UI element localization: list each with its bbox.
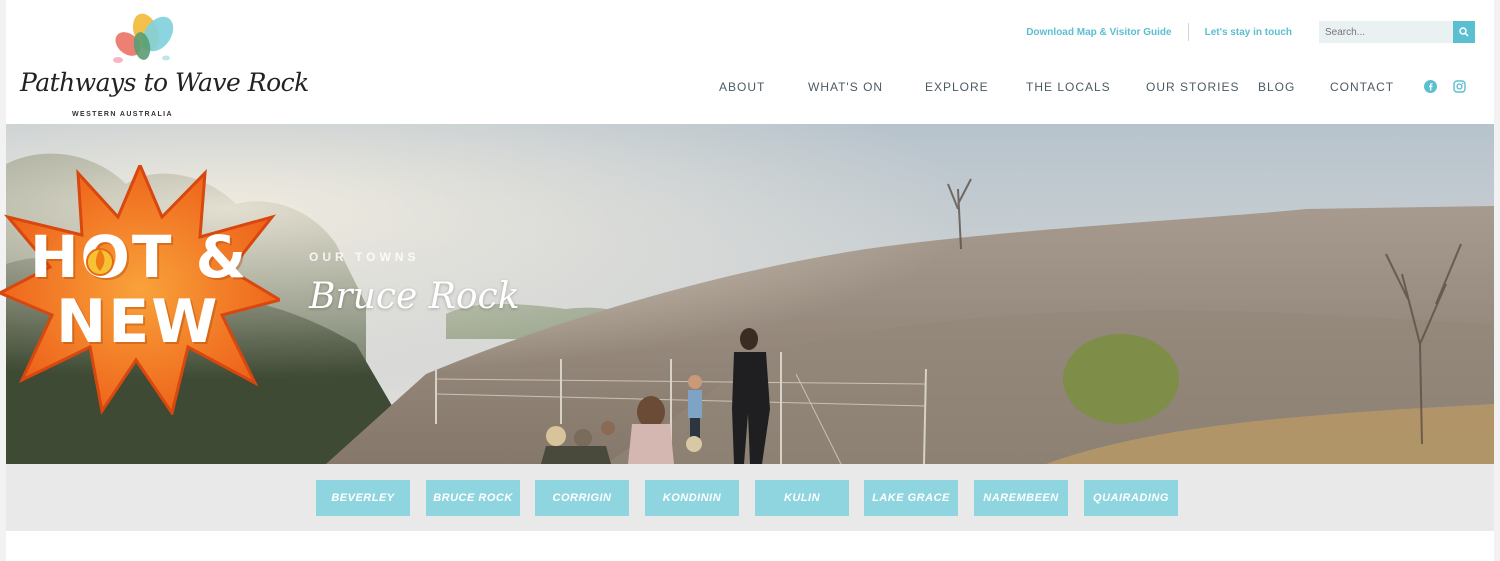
social-links — [1424, 80, 1466, 93]
town-button-kulin[interactable]: KULIN — [755, 480, 849, 516]
site-logo[interactable]: Pathways to Wave Rock WESTERN AUSTRALIA — [20, 10, 309, 122]
hero-title: Bruce Rock — [309, 276, 520, 317]
page: Pathways to Wave Rock WESTERN AUSTRALIA … — [0, 0, 1494, 561]
hot-new-badge: HOT & NEW — [0, 165, 280, 415]
town-button-kondinin[interactable]: KONDININ — [645, 480, 739, 516]
town-button-narembeen[interactable]: NAREMBEEN — [974, 480, 1068, 516]
stay-in-touch-link[interactable]: Let's stay in touch — [1205, 27, 1292, 38]
nav-blog[interactable]: BLOG — [1258, 80, 1294, 94]
logo-leaves-icon — [113, 13, 174, 63]
nav-our-stories[interactable]: OUR STORIES — [1146, 80, 1238, 94]
search-form — [1319, 21, 1475, 43]
search-icon — [1459, 27, 1469, 37]
logo-wordmark: Pathways to Wave Rock — [20, 68, 309, 97]
main-nav: ABOUT WHAT'S ON EXPLORE THE LOCALS OUR S… — [719, 80, 1393, 94]
town-button-beverley[interactable]: BEVERLEY — [316, 480, 410, 516]
nav-the-locals[interactable]: THE LOCALS — [1026, 80, 1110, 94]
search-button[interactable] — [1453, 21, 1475, 43]
town-button-lake-grace[interactable]: LAKE GRACE — [864, 480, 958, 516]
download-guide-link[interactable]: Download Map & Visitor Guide — [1026, 27, 1171, 38]
nav-contact[interactable]: CONTACT — [1330, 80, 1393, 94]
town-button-bruce-rock[interactable]: BRUCE ROCK — [426, 480, 520, 516]
flame-icon — [86, 248, 114, 276]
nav-about[interactable]: ABOUT — [719, 80, 767, 94]
towns-bar: BEVERLEY BRUCE ROCK CORRIGIN KONDININ KU… — [6, 464, 1494, 531]
facebook-icon[interactable] — [1424, 80, 1437, 93]
utility-divider — [1187, 23, 1189, 41]
hero-kicker: OUR TOWNS — [309, 250, 420, 264]
badge-line-1: HOT & — [30, 223, 249, 291]
logo-tagline: WESTERN AUSTRALIA — [72, 111, 173, 118]
nav-whats-on[interactable]: WHAT'S ON — [808, 80, 886, 94]
utility-links: Download Map & Visitor Guide Let's stay … — [1026, 23, 1292, 41]
town-button-corrigin[interactable]: CORRIGIN — [535, 480, 629, 516]
site-header: Pathways to Wave Rock WESTERN AUSTRALIA … — [6, 0, 1494, 125]
instagram-icon[interactable] — [1453, 80, 1466, 93]
search-input[interactable] — [1319, 21, 1453, 43]
town-button-quairading[interactable]: QUAIRADING — [1084, 480, 1178, 516]
nav-explore[interactable]: EXPLORE — [925, 80, 989, 94]
badge-line-2: NEW — [56, 287, 220, 357]
